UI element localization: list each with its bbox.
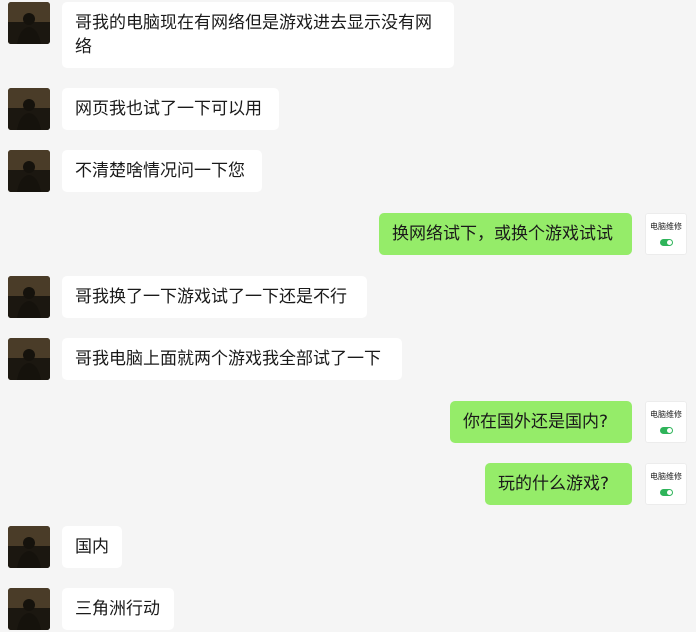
message-bubble-incoming[interactable]: 哥我电脑上面就两个游戏我全部试了一下 bbox=[62, 338, 402, 380]
toggle-switch-icon bbox=[659, 427, 673, 434]
chat-window: 哥我的电脑现在有网络但是游戏进去显示没有网络 网页我也试了一下可以用 不清楚啥情… bbox=[0, 0, 696, 632]
message-bubble-incoming[interactable]: 哥我换了一下游戏试了一下还是不行 bbox=[62, 276, 367, 318]
message-row: 玩的什么游戏? 电脑维修 bbox=[0, 463, 696, 507]
toggle-switch-icon bbox=[659, 239, 673, 246]
message-bubble-incoming[interactable]: 不清楚啥情况问一下您 bbox=[62, 150, 262, 192]
message-bubble-incoming[interactable]: 三角洲行动 bbox=[62, 588, 174, 630]
contact-avatar[interactable] bbox=[8, 88, 50, 130]
service-avatar[interactable]: 电脑维修 bbox=[645, 213, 687, 255]
message-bubble-outgoing[interactable]: 换网络试下，或换个游戏试试 bbox=[379, 213, 632, 255]
message-row: 你在国外还是国内? 电脑维修 bbox=[0, 401, 696, 445]
message-row: 哥我的电脑现在有网络但是游戏进去显示没有网络 bbox=[0, 2, 696, 68]
contact-avatar[interactable] bbox=[8, 2, 50, 44]
message-bubble-incoming[interactable]: 哥我的电脑现在有网络但是游戏进去显示没有网络 bbox=[62, 2, 454, 68]
service-avatar[interactable]: 电脑维修 bbox=[645, 463, 687, 505]
message-bubble-incoming[interactable]: 国内 bbox=[62, 526, 122, 568]
message-row: 三角洲行动 bbox=[0, 588, 696, 632]
toggle-switch-icon bbox=[659, 489, 673, 496]
service-avatar[interactable]: 电脑维修 bbox=[645, 401, 687, 443]
message-bubble-incoming[interactable]: 网页我也试了一下可以用 bbox=[62, 88, 279, 130]
message-row: 网页我也试了一下可以用 bbox=[0, 88, 696, 132]
contact-avatar[interactable] bbox=[8, 588, 50, 630]
contact-avatar[interactable] bbox=[8, 338, 50, 380]
avatar-brand-text: 电脑维修 bbox=[650, 472, 682, 481]
message-row: 哥我换了一下游戏试了一下还是不行 bbox=[0, 276, 696, 320]
avatar-brand-text: 电脑维修 bbox=[650, 410, 682, 419]
message-row: 换网络试下，或换个游戏试试 电脑维修 bbox=[0, 213, 696, 257]
contact-avatar[interactable] bbox=[8, 526, 50, 568]
message-bubble-outgoing[interactable]: 玩的什么游戏? bbox=[485, 463, 632, 505]
contact-avatar[interactable] bbox=[8, 276, 50, 318]
message-row: 国内 bbox=[0, 526, 696, 570]
message-bubble-outgoing[interactable]: 你在国外还是国内? bbox=[450, 401, 632, 443]
avatar-brand-text: 电脑维修 bbox=[650, 222, 682, 231]
message-row: 哥我电脑上面就两个游戏我全部试了一下 bbox=[0, 338, 696, 382]
contact-avatar[interactable] bbox=[8, 150, 50, 192]
message-row: 不清楚啥情况问一下您 bbox=[0, 150, 696, 194]
